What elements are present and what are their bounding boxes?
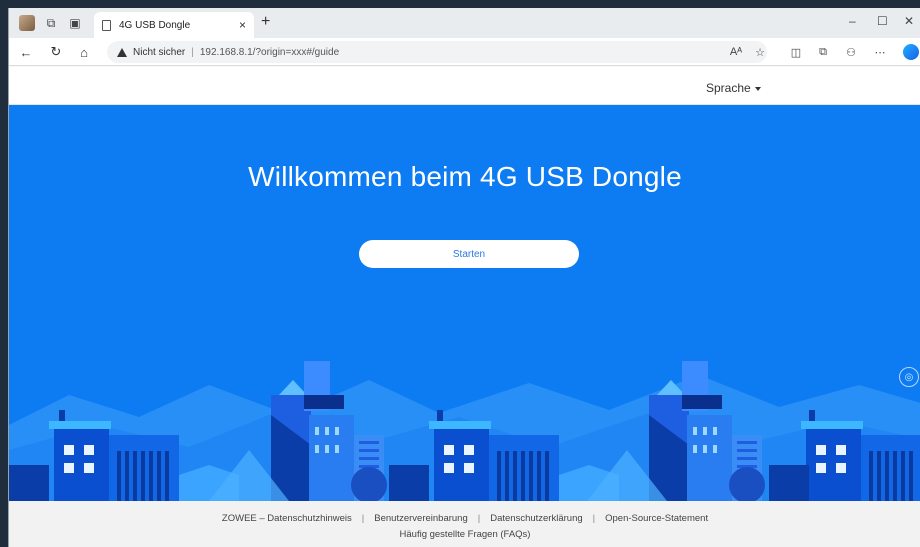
language-dropdown[interactable]: Sprache [706, 81, 761, 95]
read-aloud-icon[interactable]: Aᴬ [727, 43, 745, 61]
warning-icon [117, 47, 127, 57]
web-page: Sprache Willkommen beim 4G USB Dongle St… [9, 67, 920, 547]
tab-close-icon[interactable]: × [239, 18, 246, 32]
footer-link-open-source[interactable]: Open-Source-Statement [605, 513, 708, 524]
more-icon[interactable]: ⋯ [871, 43, 889, 61]
split-screen-icon[interactable]: ◫ [787, 43, 805, 61]
profile-avatar[interactable] [19, 15, 35, 31]
hero-banner: Willkommen beim 4G USB Dongle Starten ◎ [9, 105, 920, 501]
chevron-down-icon [754, 86, 761, 91]
footer-link-privacy-notice[interactable]: ZOWEE – Datenschutzhinweis [222, 513, 352, 524]
url-text[interactable]: 192.168.8.1/?origin=xxx#/guide [200, 47, 339, 58]
security-label[interactable]: Nicht sicher [133, 47, 185, 58]
city-skyline-illustration [9, 361, 920, 501]
maximize-button[interactable]: ☐ [877, 14, 888, 28]
collections-icon[interactable]: ⧉ [814, 43, 832, 61]
tab-title: 4G USB Dongle [119, 19, 191, 31]
tab-active[interactable]: 4G USB Dongle × [94, 12, 254, 38]
tab-strip: ⧉ ▣ 4G USB Dongle × + – ☐ ✕ [9, 8, 920, 38]
footer-link-privacy-statement[interactable]: Datenschutzerklärung [490, 513, 582, 524]
close-window-button[interactable]: ✕ [904, 14, 914, 28]
workspaces-icon[interactable]: ⧉ [43, 15, 59, 31]
document-icon [102, 19, 111, 31]
address-separator: | [191, 46, 194, 58]
footer-divider: | [592, 513, 596, 524]
footer-divider: | [477, 513, 481, 524]
page-title: Willkommen beim 4G USB Dongle [248, 161, 682, 192]
address-bar[interactable]: Nicht sicher | 192.168.8.1/?origin=xxx#/… [107, 41, 767, 63]
navigation-bar: ← ↻ ⌂ Nicht sicher | 192.168.8.1/?origin… [9, 38, 920, 66]
minimize-button[interactable]: – [849, 14, 856, 28]
favorite-icon[interactable]: ☆ [751, 43, 769, 61]
new-tab-button[interactable]: + [261, 14, 270, 30]
extensions-icon[interactable]: ⚇ [842, 43, 860, 61]
footer-faq-row: Häufig gestellte Fragen (FAQs) [9, 529, 920, 540]
page-footer: ZOWEE – Datenschutzhinweis | Benutzerverei… [9, 501, 920, 547]
footer-links: ZOWEE – Datenschutzhinweis | Benutzerverei… [9, 513, 920, 524]
copilot-icon[interactable] [903, 44, 919, 60]
page-header: Sprache [9, 67, 920, 105]
refresh-icon[interactable]: ↻ [47, 43, 65, 61]
footer-divider: | [361, 513, 365, 524]
tab-actions-icon[interactable]: ▣ [67, 15, 83, 31]
start-button[interactable]: Starten [359, 240, 579, 268]
browser-window: ⧉ ▣ 4G USB Dongle × + – ☐ ✕ ← ↻ ⌂ Nicht … [8, 8, 920, 547]
footer-link-faq[interactable]: Häufig gestellte Fragen (FAQs) [400, 529, 531, 540]
footer-link-user-agreement[interactable]: Benutzervereinbarung [374, 513, 467, 524]
language-label: Sprache [706, 81, 751, 95]
back-icon[interactable]: ← [17, 43, 35, 61]
home-icon[interactable]: ⌂ [75, 43, 93, 61]
